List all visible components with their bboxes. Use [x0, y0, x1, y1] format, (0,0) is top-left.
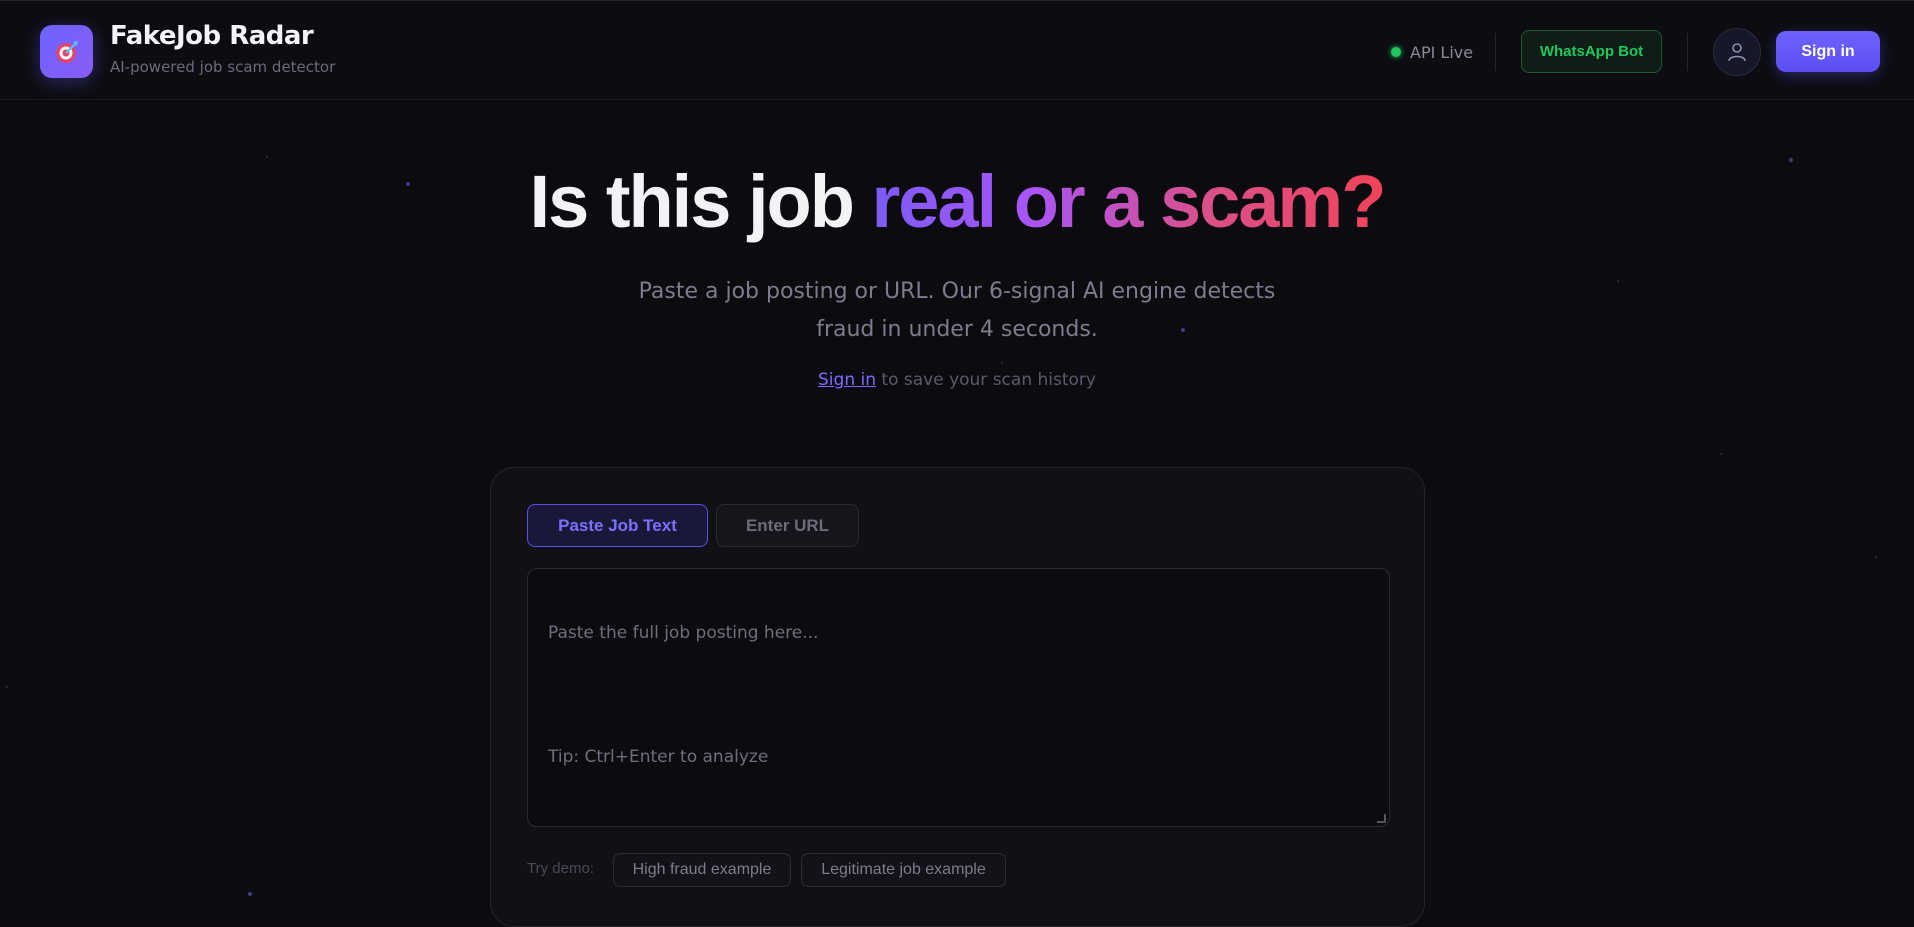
tab-paste-job-text[interactable]: Paste Job Text — [527, 504, 708, 547]
target-icon — [53, 38, 81, 66]
status-dot-icon — [1391, 47, 1401, 57]
api-status-label: API Live — [1410, 43, 1473, 62]
placeholder-line1: Paste the full job posting here... — [548, 618, 1369, 649]
whatsapp-bot-button[interactable]: WhatsApp Bot — [1521, 30, 1662, 73]
divider — [1495, 33, 1496, 71]
divider — [1687, 33, 1688, 71]
api-status: API Live — [1391, 41, 1473, 63]
hero-subtitle-line2: fraud in under 4 seconds. — [0, 311, 1914, 349]
hero-title-highlight: real or a scam? — [871, 160, 1384, 243]
tab-enter-url[interactable]: Enter URL — [716, 504, 859, 547]
hero-subtitle: Paste a job posting or URL. Our 6-signal… — [0, 273, 1914, 349]
high-fraud-demo-button[interactable]: High fraud example — [613, 853, 791, 887]
demo-label: Try demo: — [527, 860, 594, 877]
hero-title: Is this job real or a scam? — [0, 165, 1914, 239]
sign-in-button[interactable]: Sign in — [1776, 31, 1880, 72]
sign-in-link[interactable]: Sign in — [818, 370, 876, 390]
app-subtitle: AI-powered job scam detector — [110, 58, 335, 76]
logo[interactable] — [40, 25, 93, 78]
placeholder-line2: Tip: Ctrl+Enter to analyze — [548, 742, 1369, 773]
top-header: FakeJob Radar AI-powered job scam detect… — [0, 0, 1914, 100]
legit-job-demo-button[interactable]: Legitimate job example — [801, 853, 1006, 887]
avatar-button[interactable] — [1713, 28, 1761, 76]
hero-title-plain: Is this job — [530, 160, 872, 243]
app-title: FakeJob Radar — [110, 21, 313, 51]
job-text-input[interactable]: Paste the full job posting here... Tip: … — [527, 568, 1390, 827]
signin-note: Sign in to save your scan history — [0, 370, 1914, 390]
signin-note-text: to save your scan history — [876, 370, 1096, 390]
scan-card: Paste Job Text Enter URL Paste the full … — [490, 467, 1425, 927]
user-icon — [1726, 41, 1748, 63]
hero-subtitle-line1: Paste a job posting or URL. Our 6-signal… — [0, 273, 1914, 311]
resize-handle-icon[interactable] — [1377, 814, 1386, 823]
